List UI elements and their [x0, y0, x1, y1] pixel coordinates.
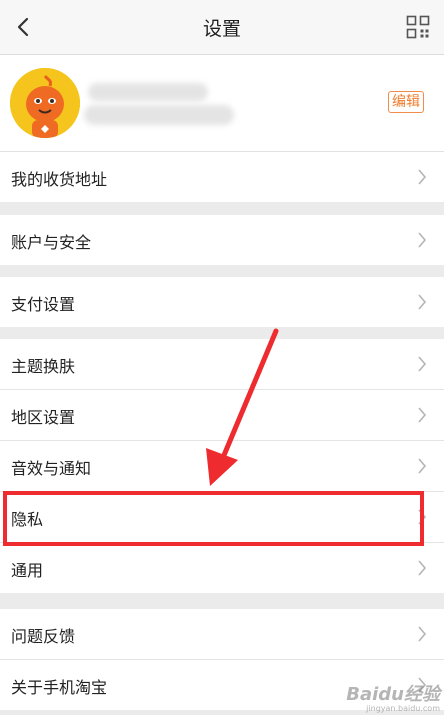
- menu-item-label: 账户与安全: [11, 233, 92, 252]
- menu-item-label: 地区设置: [11, 408, 76, 427]
- section-account: 账户与安全: [0, 215, 444, 265]
- menu-item-label: 问题反馈: [11, 627, 76, 646]
- profile-card[interactable]: 编辑: [0, 55, 444, 152]
- menu-item-label: 支付设置: [11, 295, 76, 314]
- mascot-icon: [10, 68, 80, 138]
- menu-item-region[interactable]: 地区设置: [0, 390, 444, 441]
- menu-item-feedback[interactable]: 问题反馈: [0, 609, 444, 660]
- chevron-right-icon: [418, 169, 427, 185]
- section-general: 主题换肤 地区设置 音效与通知 隐私 通用: [0, 339, 444, 593]
- menu-item-label: 我的收货地址: [11, 170, 108, 189]
- edit-profile-button[interactable]: 编辑: [388, 91, 424, 113]
- avatar[interactable]: [10, 68, 80, 138]
- chevron-right-icon: [418, 232, 427, 248]
- menu-item-label: 音效与通知: [11, 459, 92, 478]
- menu-item-account-security[interactable]: 账户与安全: [0, 215, 444, 265]
- chevron-right-icon: [418, 458, 427, 474]
- menu-item-general[interactable]: 通用: [0, 543, 444, 593]
- watermark-text: Baidu经验: [346, 684, 440, 705]
- chevron-right-icon: [418, 509, 427, 525]
- username-blurred: [84, 79, 234, 129]
- chevron-right-icon: [418, 626, 427, 642]
- header-bar: 设置: [0, 0, 444, 55]
- watermark-subtext: jingyan.baidu.com: [366, 704, 440, 713]
- watermark: Baidu经验 jingyan.baidu.com: [346, 684, 440, 714]
- menu-item-shipping-address[interactable]: 我的收货地址: [0, 152, 444, 202]
- menu-item-sound-notification[interactable]: 音效与通知: [0, 441, 444, 492]
- chevron-right-icon: [418, 407, 427, 423]
- menu-item-payment-settings[interactable]: 支付设置: [0, 277, 444, 327]
- menu-item-label: 通用: [11, 561, 44, 580]
- menu-item-label: 隐私: [11, 510, 44, 529]
- section-address: 我的收货地址: [0, 152, 444, 202]
- chevron-right-icon: [418, 356, 427, 372]
- section-payment: 支付设置: [0, 277, 444, 327]
- menu-item-label: 主题换肤: [11, 357, 76, 376]
- chevron-right-icon: [418, 294, 427, 310]
- chevron-right-icon: [418, 560, 427, 576]
- qr-code-icon[interactable]: [406, 15, 430, 39]
- menu-item-label: 关于手机淘宝: [11, 678, 108, 697]
- menu-item-privacy[interactable]: 隐私: [0, 492, 444, 543]
- menu-item-theme[interactable]: 主题换肤: [0, 339, 444, 390]
- page-title: 设置: [202, 18, 241, 40]
